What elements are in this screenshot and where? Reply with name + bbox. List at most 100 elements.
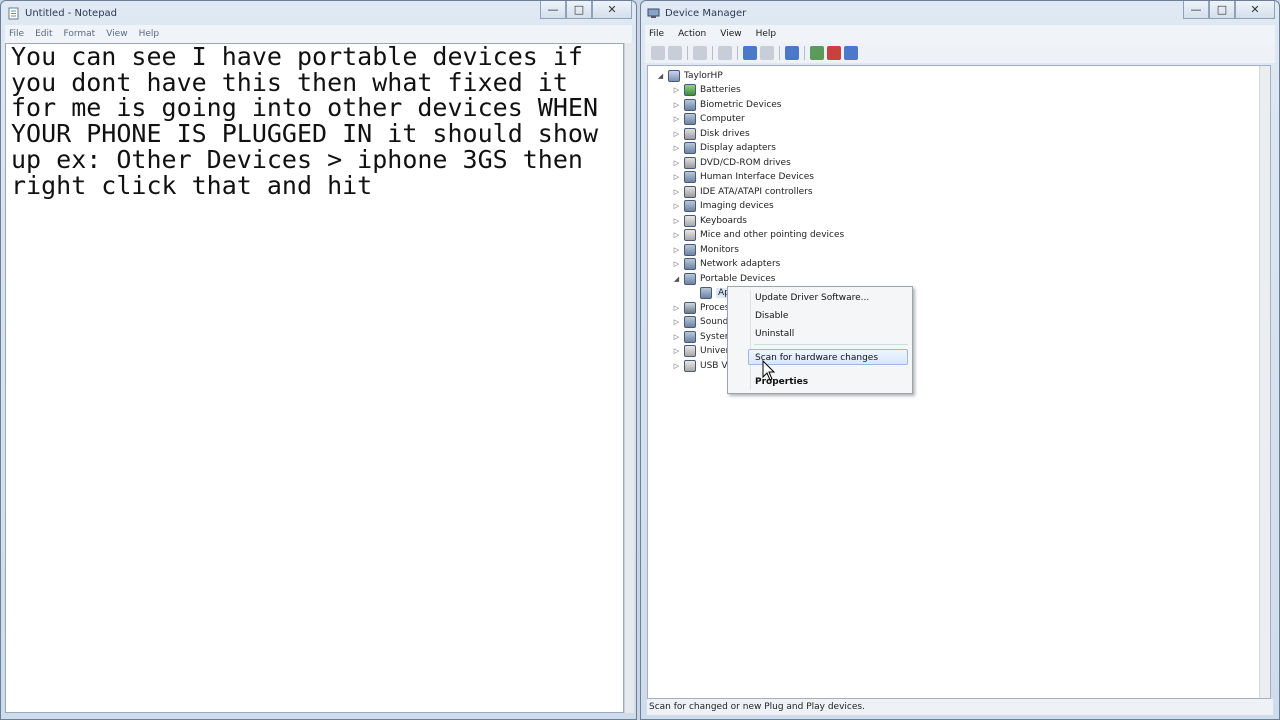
tree-item-label: IDE ATA/ATAPI controllers [700,186,813,197]
scan-hardware-icon[interactable] [785,46,799,60]
tree-item[interactable]: ▷ Display adapters [672,141,776,155]
tree-item-label: DVD/CD-ROM drives [700,157,791,168]
tree-item[interactable]: ▷ Computer [672,112,745,126]
expand-arrow-icon[interactable]: ▷ [672,115,681,123]
device-manager-icon [647,8,660,18]
menu-view[interactable]: View [106,29,127,39]
tree-item[interactable]: ▷ Keyboards [672,214,747,228]
help-icon[interactable] [743,46,757,60]
tree-item-label: Keyboards [700,215,747,226]
menu-action[interactable]: Action [678,29,706,39]
close-icon[interactable]: ✕ [592,1,632,19]
tree-item-portable-devices[interactable]: ◢ Portable Devices [672,272,775,286]
computer-icon [668,70,680,82]
close-icon[interactable]: ✕ [1235,1,1275,19]
hid-icon [684,171,696,183]
tree-item[interactable]: ▷ Univer [672,344,729,358]
devmgr-toolbar [645,43,1275,63]
tree-item-label: Computer [700,114,745,124]
menu-file[interactable]: File [649,29,664,39]
toolbar-separator [687,46,688,60]
expand-arrow-icon[interactable]: ▷ [672,101,681,109]
usb-icon [684,345,696,357]
tree-item[interactable]: ▷ Imaging devices [672,199,774,213]
collapse-arrow-icon[interactable]: ◢ [656,72,665,80]
expand-arrow-icon[interactable]: ▷ [672,246,681,254]
tree-item[interactable]: ▷ Mice and other pointing devices [672,228,844,242]
expand-arrow-icon[interactable]: ▷ [672,202,681,210]
tree-item-label: Proces [700,302,730,313]
menu-item-disable[interactable]: Disable [755,311,788,321]
notepad-scrollbar[interactable] [624,43,634,713]
expand-arrow-icon[interactable]: ▷ [672,130,681,138]
notepad-text-area[interactable]: You can see I have portable devices if y… [5,43,624,713]
minimize-icon[interactable]: — [540,1,566,19]
menu-item-uninstall[interactable]: Uninstall [755,329,794,339]
devmgr-title: Device Manager [665,7,747,19]
expand-arrow-icon[interactable]: ▷ [672,217,681,225]
expand-arrow-icon[interactable]: ▷ [672,144,681,152]
expand-arrow-icon[interactable]: ▷ [672,347,681,355]
dvd-drive-icon [684,156,696,169]
imaging-device-icon [684,200,696,212]
tree-item-label: Univer [700,346,730,356]
disable-device-icon[interactable] [844,46,858,60]
devmgr-scrollbar[interactable] [1259,66,1270,698]
menu-view[interactable]: View [720,29,741,39]
list-view-icon[interactable] [760,46,774,60]
menu-file[interactable]: File [9,29,24,39]
tree-item[interactable]: ▷ System [672,330,734,344]
devmgr-caption-buttons: — □ ✕ [1183,1,1275,19]
tree-item[interactable]: ▷ Human Interface Devices [672,170,814,184]
tree-item-label: Disk drives [700,128,750,139]
tree-item[interactable]: ▷ IDE ATA/ATAPI controllers [672,185,813,199]
tree-item[interactable]: ▷ Network adapters [672,257,780,271]
minimize-icon[interactable]: — [1183,1,1209,19]
tree-item[interactable]: ▷ DVD/CD-ROM drives [672,156,791,170]
maximize-icon[interactable]: □ [1209,1,1235,19]
uninstall-icon[interactable] [827,46,841,60]
maximize-icon[interactable]: □ [566,1,592,19]
expand-arrow-icon[interactable]: ▷ [672,231,681,239]
expand-arrow-icon[interactable]: ▷ [672,318,681,326]
properties-icon[interactable] [718,46,732,60]
usb-icon [684,359,696,372]
forward-icon[interactable] [668,46,682,60]
menu-edit[interactable]: Edit [35,29,52,39]
tree-item-label: Monitors [700,244,739,255]
tree-item[interactable]: ▷ Disk drives [672,127,750,141]
notepad-content[interactable]: You can see I have portable devices if y… [11,44,621,198]
processor-icon [684,301,696,314]
expand-arrow-icon[interactable]: ▷ [672,159,681,167]
expand-arrow-icon[interactable]: ▷ [672,260,681,268]
tree-item-label: Mice and other pointing devices [700,230,845,240]
biometric-icon [684,98,696,111]
sound-icon [684,316,696,328]
menu-help[interactable]: Help [139,29,160,39]
menu-help[interactable]: Help [756,29,777,39]
tree-root[interactable]: ◢ TaylorHP [656,69,723,83]
tree-item[interactable]: ▷ Monitors [672,243,739,257]
tree-view-icon[interactable] [693,46,707,60]
menu-format[interactable]: Format [64,29,96,39]
update-driver-icon[interactable] [810,46,824,60]
computer-icon [684,113,696,125]
expand-arrow-icon[interactable]: ▷ [672,86,681,94]
menu-item-update-driver[interactable]: Update Driver Software... [755,293,869,303]
tree-item-label: Network adapters [700,259,781,269]
tree-item[interactable]: ▷ Sound, [672,315,731,329]
tree-item[interactable]: ▷ Batteries [672,83,741,97]
back-icon[interactable] [651,46,665,60]
tree-item[interactable]: ▷ Biometric Devices [672,98,782,112]
tree-item[interactable]: ▷ Proces [672,301,729,315]
toolbar-separator [779,46,780,60]
tree-item[interactable]: ▷ USB Vi [672,359,730,373]
devmgr-menubar: File Action View Help [645,25,1275,43]
tree-item-label: Display adapters [700,143,776,153]
expand-arrow-icon[interactable]: ▷ [672,188,681,196]
expand-arrow-icon[interactable]: ▷ [672,362,681,370]
expand-arrow-icon[interactable]: ▷ [672,304,681,312]
expand-arrow-icon[interactable]: ▷ [672,173,681,181]
expand-arrow-icon[interactable]: ▷ [672,333,681,341]
collapse-arrow-icon[interactable]: ◢ [672,275,681,283]
